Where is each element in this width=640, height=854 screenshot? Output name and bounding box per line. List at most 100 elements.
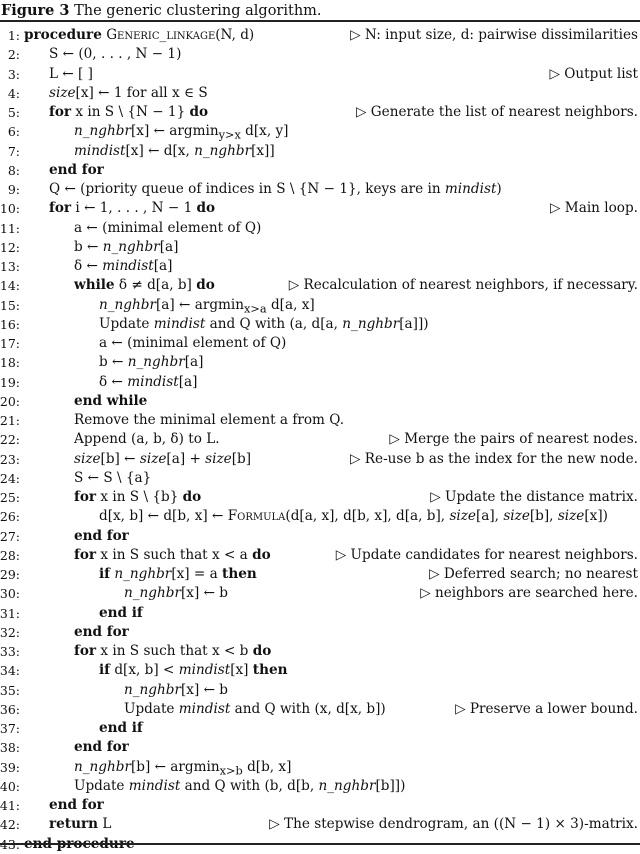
line-number: 24: xyxy=(0,470,20,486)
line-number: 14: xyxy=(0,278,20,294)
line-number: 37: xyxy=(0,721,20,736)
line-code: b ← n_nghbr[a] xyxy=(74,238,179,255)
line-code: n_nghbr[x] ← b xyxy=(124,585,228,602)
line-code: procedure Generic_linkage(N, d) xyxy=(24,27,255,43)
line-code: if d[x, b] < mindist[x] then xyxy=(99,662,288,679)
line-number: 3: xyxy=(7,66,20,82)
line-comment: ▷ Output list xyxy=(549,65,638,82)
line-code: for x in S such that x < b do xyxy=(74,643,272,659)
algorithm-line: 29: if n_nghbr[x] = a then ▷ Deferred sear… xyxy=(0,565,640,584)
line-number: 39: xyxy=(0,759,20,775)
line-number: 41: xyxy=(0,798,20,813)
line-code: Update mindist and Q with (x, d[x, b]) xyxy=(124,700,386,717)
line-number: 35: xyxy=(0,682,20,698)
algorithm-line: 26: d[x, b] ← d[b, x] ← Formula(d[a, x], … xyxy=(0,507,640,526)
algorithm-line: 18: b ← n_nghbr[a] xyxy=(0,353,640,372)
line-number: 30: xyxy=(0,586,20,602)
line-code: Update mindist and Q with (a, d[a, n_ngh… xyxy=(99,315,429,332)
line-comment: ▷ Generate the list of nearest neighbors… xyxy=(356,104,638,120)
line-number: 32: xyxy=(0,624,20,640)
line-number: 42: xyxy=(0,817,20,833)
line-comment: ▷ Re-use b as the index for the new node… xyxy=(350,450,638,467)
line-number: 5: xyxy=(7,105,20,120)
line-number: 27: xyxy=(0,528,20,544)
line-number: 2: xyxy=(7,47,20,63)
algorithm-line: 34: if d[x, b] < mindist[x] then xyxy=(0,661,640,680)
algorithm-line: 36: Update mindist and Q with (x, d[x, b]… xyxy=(0,700,640,719)
figure-caption: Figure 3 The generic clustering algorith… xyxy=(1,2,322,20)
algorithm-line: 42: return L ▷ The stepwise dendrogram, an… xyxy=(0,815,640,834)
line-number: 7: xyxy=(7,143,20,159)
algorithm-line: 1: procedure Generic_linkage(N, d) ▷ N: in… xyxy=(0,26,640,45)
algorithm-line: 22: Append (a, b, δ) to L. ▷ Merge the pai… xyxy=(0,430,640,449)
line-code: end for xyxy=(74,739,129,756)
line-code: end for xyxy=(49,797,104,813)
line-code: n_nghbr[x] ← b xyxy=(124,681,228,698)
algorithm-line: 5: for x in S \ {N − 1} do ▷ Generate the … xyxy=(0,103,640,122)
algorithm-line: 17: a ← (minimal element of Q) xyxy=(0,334,640,353)
line-code: d[x, b] ← d[b, x] ← Formula(d[a, x], d[b… xyxy=(99,508,608,525)
algorithm-line: 23: size[b] ← size[a] + size[b] ▷ Re-use b… xyxy=(0,450,640,469)
algorithm-line: 41: end for xyxy=(0,796,640,815)
line-code: b ← n_nghbr[a] xyxy=(99,354,204,371)
line-number: 9: xyxy=(7,182,20,197)
algorithm-line: 7: mindist[x] ← d[x, n_nghbr[x]] xyxy=(0,142,640,161)
line-code: end if xyxy=(99,604,143,621)
top-rule xyxy=(0,20,640,22)
line-number: 19: xyxy=(0,374,20,390)
line-number: 25: xyxy=(0,490,20,505)
line-code: a ← (minimal element of Q) xyxy=(99,335,287,351)
algorithm-line: 8: end for xyxy=(0,161,640,180)
algorithm-line: 6: n_nghbr[x] ← argminy>x d[x, y] xyxy=(0,122,640,142)
line-comment: ▷ neighbors are searched here. xyxy=(420,585,638,602)
line-code: end while xyxy=(74,392,148,409)
algorithm-line: 12: b ← n_nghbr[a] xyxy=(0,238,640,257)
line-number: 22: xyxy=(0,432,20,448)
line-comment: ▷ N: input size, d: pairwise dissimilari… xyxy=(350,27,638,43)
line-number: 29: xyxy=(0,567,20,582)
line-comment: ▷ Update candidates for nearest neighbor… xyxy=(335,546,638,563)
line-number: 6: xyxy=(7,124,20,140)
bottom-rule xyxy=(0,843,640,845)
algorithm-line: 38: end for xyxy=(0,738,640,757)
line-number: 12: xyxy=(0,239,20,255)
line-code: Update mindist and Q with (b, d[b, n_ngh… xyxy=(74,777,406,794)
algorithm-line: 9: Q ← (priority queue of indices in S \ … xyxy=(0,180,640,199)
line-code: for x in S \ {b} do xyxy=(74,489,202,505)
line-code: mindist[x] ← d[x, n_nghbr[x]] xyxy=(74,142,275,159)
line-code: size[x] ← 1 for all x ∈ S xyxy=(49,84,208,101)
line-code: a ← (minimal element of Q) xyxy=(74,219,262,236)
algorithm-line: 32: end for xyxy=(0,623,640,642)
line-number: 28: xyxy=(0,547,20,563)
line-number: 20: xyxy=(0,393,20,409)
line-number: 38: xyxy=(0,740,20,756)
line-number: 18: xyxy=(0,355,20,371)
line-code: return L xyxy=(49,816,112,833)
line-comment: ▷ Recalculation of nearest neighbors, if… xyxy=(288,277,638,294)
line-number: 15: xyxy=(0,297,20,313)
algorithm-line: 39: n_nghbr[b] ← argminx>b d[b, x] xyxy=(0,758,640,778)
line-number: 34: xyxy=(0,663,20,679)
line-number: 23: xyxy=(0,451,20,467)
algorithm-line: 20: end while xyxy=(0,392,640,411)
line-number: 8: xyxy=(7,162,20,178)
line-number: 1: xyxy=(7,28,20,43)
algorithm-line: 27: end for xyxy=(0,527,640,546)
line-number: 17: xyxy=(0,336,20,351)
line-number: 11: xyxy=(0,220,20,236)
algorithm-line: 30: n_nghbr[x] ← b ▷ neighbors are searche… xyxy=(0,584,640,603)
line-code: if n_nghbr[x] = a then xyxy=(99,566,257,582)
line-number: 40: xyxy=(0,778,20,794)
line-number: 4: xyxy=(7,85,20,101)
line-code: while δ ≠ d[a, b] do xyxy=(74,277,215,294)
line-number: 13: xyxy=(0,259,20,274)
line-code: L ← [ ] xyxy=(49,65,93,82)
algorithm-line: 28: for x in S such that x < a do ▷ Update… xyxy=(0,546,640,565)
line-number: 10: xyxy=(0,201,20,217)
line-code: δ ← mindist[a] xyxy=(74,258,173,274)
line-code: S ← S \ {a} xyxy=(74,469,152,486)
line-code: size[b] ← size[a] + size[b] xyxy=(74,450,251,467)
algorithm-line: 21: Remove the minimal element a from Q. xyxy=(0,411,640,430)
algorithm-line: 14: while δ ≠ d[a, b] do ▷ Recalculation o… xyxy=(0,276,640,295)
line-code: end for xyxy=(49,161,104,178)
